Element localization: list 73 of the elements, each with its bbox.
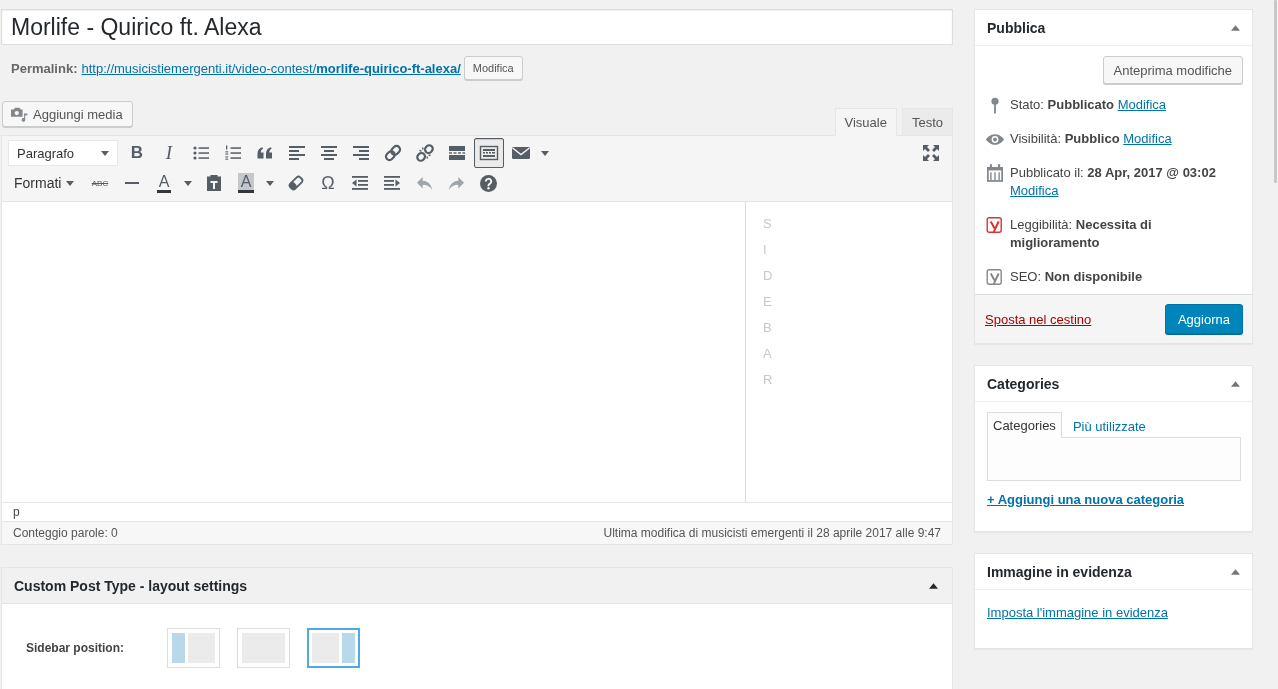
outdent-icon [350, 173, 370, 193]
fullscreen-icon [921, 143, 941, 163]
broken-link-icon [415, 143, 435, 163]
scrollbar-thumb[interactable] [1274, 0, 1277, 183]
redo-icon [448, 176, 464, 190]
date-text: Pubblicato il: 28 Apr, 2017 @ 03:02 Modifica [1010, 164, 1217, 200]
permalink-link[interactable]: http://musicistiemergenti.it/video-contest/morlife-quirico-ft-alexa/ [81, 60, 461, 76]
panel-title: Pubblica [987, 19, 1046, 36]
formats-menu[interactable]: Formati [8, 168, 83, 198]
element-path: p [13, 505, 20, 519]
permalink-label: Permalink: [11, 60, 78, 76]
editor-tab[interactable]: Visuale [834, 108, 897, 136]
edit-link[interactable]: Modifica [1123, 131, 1172, 146]
bold-button[interactable]: B [122, 138, 152, 168]
background-color-button[interactable]: A [231, 168, 261, 198]
toolbar-grid-icon [479, 143, 499, 163]
sidebar-position-label: Sidebar position: [26, 641, 125, 655]
add-category-link[interactable]: + Aggiungi una nuova categoria [987, 491, 1185, 509]
special-character-button[interactable]: Ω [313, 168, 343, 198]
category-tab[interactable]: Categories [987, 412, 1062, 438]
indent-icon [382, 173, 402, 193]
horizontal-line-icon [125, 182, 139, 184]
align-right-icon [351, 143, 371, 163]
strikethrough-button[interactable]: ABC [85, 168, 115, 198]
help-icon [479, 174, 497, 192]
caret-icon [541, 150, 549, 156]
dashed-divider-icon [447, 143, 467, 163]
clipboard-icon [204, 173, 224, 193]
trash-link[interactable]: Sposta nel cestino [985, 311, 1092, 327]
caret-icon [101, 150, 109, 156]
category-tab[interactable]: Più utilizzate [1066, 413, 1152, 438]
title-field[interactable]: Morlife - Quirico ft. Alexa [1, 9, 953, 45]
set-featured-image-link[interactable]: Imposta l'immagine in evidenza [987, 605, 1168, 620]
caret-icon [66, 180, 75, 186]
status-text: Stato: Pubblicato Modifica [1010, 96, 1167, 114]
eye-icon [986, 133, 1004, 145]
update-button[interactable]: Aggiorna [1164, 304, 1243, 334]
numbered-list-icon [223, 143, 243, 163]
readability-text: Leggibilità: Necessita di miglioramento [1010, 216, 1153, 252]
caret-icon [184, 180, 192, 186]
paragraph-select[interactable]: Paragrafo [8, 140, 118, 166]
add-media-button[interactable]: Aggiungi media [2, 101, 133, 127]
toggle-arrow-icon[interactable] [1231, 568, 1240, 575]
preview-changes-button[interactable]: Anteprima modifiche [1102, 56, 1243, 84]
link-icon [383, 143, 403, 163]
pin-icon [991, 96, 999, 114]
toggle-arrow-icon[interactable] [929, 582, 938, 589]
seo-text: SEO: Non disponibile [1010, 268, 1143, 286]
text-color-button[interactable]: A [149, 168, 179, 198]
eraser-icon [286, 173, 306, 193]
toolbar-toggle-button[interactable] [474, 138, 504, 168]
edit-link[interactable]: Modifica [1117, 97, 1167, 112]
last-edit-text: Ultima modifica di musicisti emergenti il 28 aprile 2017 alle 9:47 [603, 526, 941, 540]
visibility-text: Visibilità: Pubblico Modifica [1010, 130, 1172, 148]
camera-music-icon [10, 106, 28, 122]
align-center-icon [319, 143, 339, 163]
right-sidebar-layout-icon [312, 633, 355, 663]
edit-link[interactable]: Modifica [1010, 183, 1059, 198]
calendar-icon [987, 164, 1003, 182]
panel-title: Custom Post Type - layout settings [14, 577, 248, 594]
align-left-icon [287, 143, 307, 163]
panel-title: Categories [987, 375, 1060, 392]
word-count: Conteggio parole: 0 [13, 526, 118, 540]
layout-option[interactable] [307, 628, 360, 668]
caret-icon [266, 180, 274, 186]
undo-icon [416, 176, 432, 190]
toggle-arrow-icon[interactable] [1231, 380, 1240, 387]
toggle-arrow-icon[interactable] [1231, 24, 1240, 31]
edit-slug-button[interactable]: Modifica [463, 56, 523, 80]
italic-button[interactable]: I [154, 138, 184, 168]
left-sidebar-layout-icon [172, 633, 215, 663]
editor-tab[interactable]: Testo [901, 108, 953, 136]
panel-title: Immagine in evidenza [987, 563, 1132, 580]
